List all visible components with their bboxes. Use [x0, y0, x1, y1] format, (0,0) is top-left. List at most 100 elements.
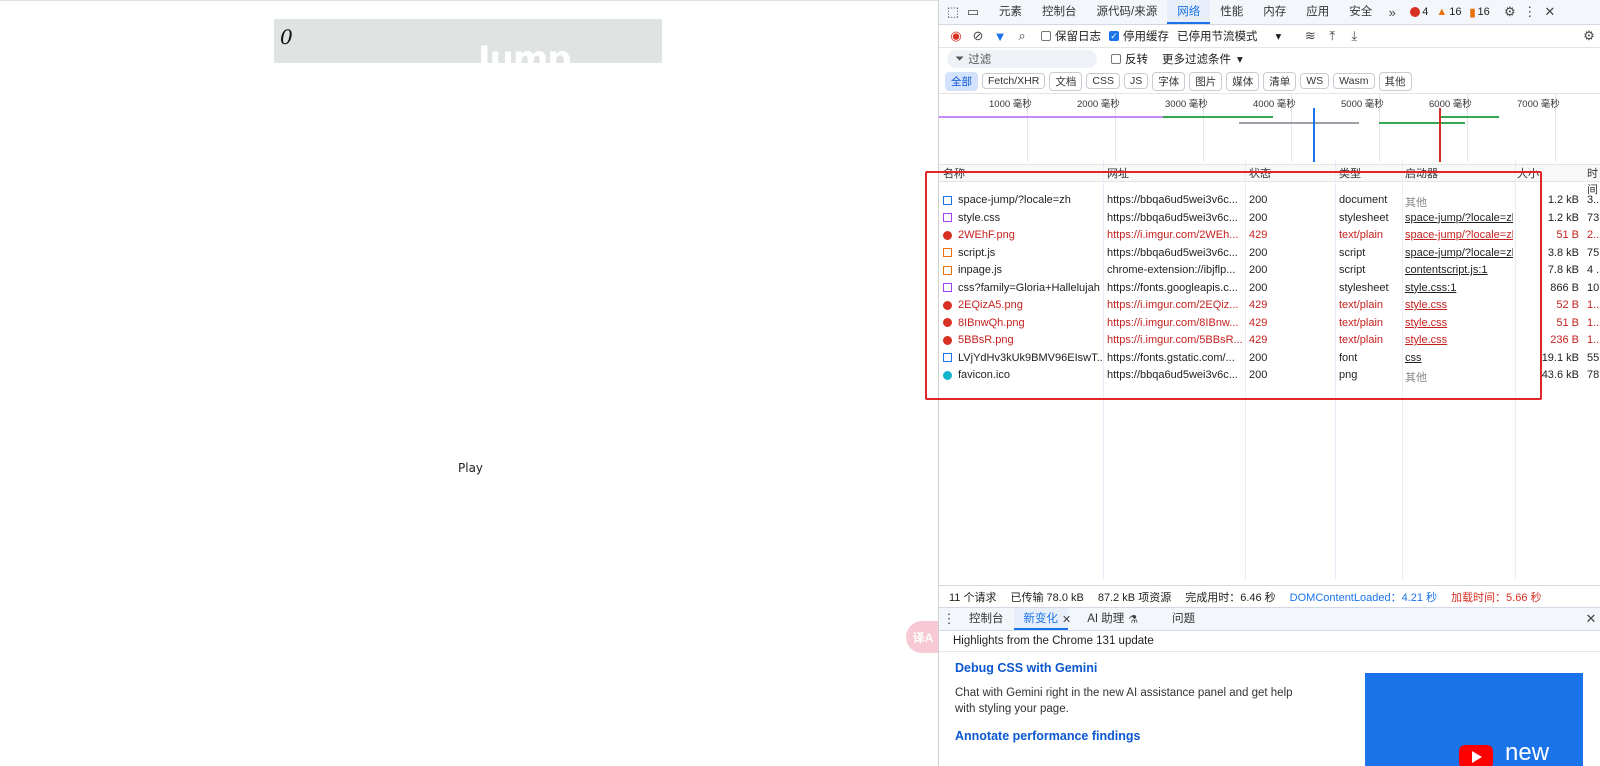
- tab-performance[interactable]: 性能: [1210, 0, 1253, 24]
- filter-fetch-xhr[interactable]: Fetch/XHR: [982, 73, 1046, 89]
- flask-icon: ⚗: [1128, 613, 1139, 626]
- timeline-tick: 6000 毫秒: [1429, 99, 1472, 110]
- filter-css[interactable]: CSS: [1086, 73, 1120, 89]
- feature-heading[interactable]: Debug CSS with Gemini: [955, 661, 1097, 675]
- timeline-tick: 7000 毫秒: [1517, 99, 1560, 110]
- request-time: 10...: [1587, 281, 1600, 294]
- play-button[interactable]: Play: [458, 461, 483, 475]
- device-toolbar-icon[interactable]: ▭: [963, 2, 983, 22]
- request-time: 1...: [1587, 316, 1600, 329]
- tab-memory[interactable]: 内存: [1253, 0, 1296, 24]
- filter-font[interactable]: 字体: [1152, 71, 1186, 91]
- filter-all[interactable]: 全部: [945, 71, 978, 91]
- timeline-tick: 3000 毫秒: [1165, 99, 1208, 110]
- filter-other[interactable]: 其他: [1378, 71, 1412, 91]
- disable-cache-checkbox[interactable]: ✓ 停用缓存: [1109, 28, 1169, 44]
- search-icon[interactable]: ⌕: [1011, 26, 1033, 46]
- game-logo: Jump: [478, 39, 572, 63]
- clear-icon[interactable]: ⊘: [967, 26, 989, 46]
- timeline-tick: 1000 毫秒: [989, 99, 1032, 110]
- drawer-tab-whats-new[interactable]: 新变化: [1013, 608, 1068, 630]
- export-har-icon[interactable]: ⤓: [1343, 26, 1365, 46]
- timeline-overview[interactable]: 1000 毫秒 2000 毫秒 3000 毫秒 4000 毫秒 5000 毫秒 …: [939, 93, 1600, 165]
- network-conditions-icon[interactable]: ≋: [1299, 26, 1321, 46]
- chevron-down-icon: ▾: [1275, 31, 1282, 43]
- filter-input[interactable]: ⏷ 过滤: [947, 50, 1097, 68]
- network-settings-icon[interactable]: ⚙: [1578, 26, 1600, 46]
- chevron-down-icon: ▾: [1237, 54, 1243, 66]
- close-devtools-icon[interactable]: ✕: [1540, 2, 1560, 22]
- request-time: 75...: [1587, 246, 1600, 259]
- score-value: 0: [280, 25, 293, 49]
- drawer-tab-issues[interactable]: 问题: [1162, 608, 1205, 630]
- drawer-tab-bar: ⋮ 控制台 新变化 ✕ AI 助理 ⚗ 问题 ✕: [939, 607, 1600, 631]
- summary-requests: 11 个请求: [949, 591, 997, 604]
- error-count[interactable]: 4: [1410, 6, 1428, 18]
- record-stop-icon[interactable]: ◉: [945, 26, 967, 46]
- translate-button[interactable]: 译A: [906, 621, 940, 653]
- timeline-bar: [1239, 122, 1359, 124]
- drawer-tab-console[interactable]: 控制台: [959, 608, 1014, 630]
- tab-application[interactable]: 应用: [1296, 0, 1339, 24]
- request-time: 78...: [1587, 369, 1600, 381]
- inspect-element-icon[interactable]: ⬚: [943, 2, 963, 22]
- filter-ws[interactable]: WS: [1300, 73, 1330, 89]
- filter-img[interactable]: 图片: [1189, 71, 1223, 91]
- warning-count[interactable]: ▲ 16: [1436, 6, 1461, 18]
- funnel-icon: ⏷: [955, 52, 965, 65]
- request-time: 4 ...: [1587, 264, 1600, 276]
- whats-new-panel: Highlights from the Chrome 131 update De…: [939, 631, 1600, 766]
- more-options-icon[interactable]: ⋮: [1520, 2, 1540, 22]
- summary-transferred: 已传输 78.0 kB: [1010, 591, 1084, 604]
- drawer-tab-ai-assistance[interactable]: AI 助理: [1077, 608, 1134, 630]
- issue-count[interactable]: ▮ 16: [1469, 6, 1489, 19]
- filter-bar: ⏷ 过滤 反转 更多过滤条件 ▾: [939, 48, 1600, 70]
- filter-manifest[interactable]: 清单: [1263, 71, 1297, 91]
- filter-js[interactable]: JS: [1123, 73, 1149, 89]
- checkbox-checked: ✓: [1109, 31, 1119, 41]
- issue-icon: ▮: [1469, 6, 1476, 19]
- tab-network[interactable]: 网络: [1167, 0, 1211, 24]
- request-time: 55...: [1587, 351, 1600, 364]
- tab-sources[interactable]: 源代码/来源: [1087, 0, 1168, 24]
- timeline-tick: 5000 毫秒: [1341, 99, 1384, 110]
- drawer-menu-icon[interactable]: ⋮: [939, 609, 959, 629]
- timeline-bar: [1163, 116, 1273, 118]
- timeline-bar: [939, 116, 1169, 118]
- warning-icon: ▲: [1436, 6, 1448, 18]
- more-tabs-icon[interactable]: »: [1382, 2, 1402, 22]
- request-time: 1...: [1587, 299, 1600, 311]
- highlights-title: Highlights from the Chrome 131 update: [939, 631, 1600, 652]
- filter-icon[interactable]: ▼: [989, 26, 1011, 46]
- youtube-play-icon: [1459, 745, 1493, 766]
- summary-load-time: 加载时间：5.66 秒: [1451, 591, 1542, 604]
- import-har-icon[interactable]: ⤒: [1321, 26, 1343, 46]
- devtools-tab-bar: ⬚ ▭ 元素 控制台 源代码/来源 网络 性能 内存 应用 安全 » 4 ▲ 16…: [939, 0, 1600, 25]
- invert-checkbox[interactable]: 反转: [1111, 51, 1148, 67]
- tab-console[interactable]: 控制台: [1032, 0, 1087, 24]
- checkbox-unchecked: [1111, 54, 1121, 64]
- filter-doc[interactable]: 文档: [1049, 71, 1083, 91]
- feature-description: Chat with Gemini right in the new AI ass…: [955, 687, 1293, 715]
- thumbnail-text: new: [1505, 739, 1550, 766]
- request-time: 2...: [1587, 229, 1600, 241]
- tab-elements[interactable]: 元素: [989, 0, 1032, 24]
- request-time: 73...: [1587, 211, 1600, 224]
- tab-security[interactable]: 安全: [1339, 0, 1382, 24]
- more-filters-dropdown[interactable]: 更多过滤条件 ▾: [1162, 51, 1243, 67]
- summary-finish: 完成用时：6.46 秒: [1185, 591, 1276, 604]
- feature-heading[interactable]: Annotate performance findings: [955, 729, 1140, 743]
- filter-wasm[interactable]: Wasm: [1333, 73, 1375, 89]
- close-tab-icon[interactable]: ✕: [1062, 613, 1071, 626]
- close-drawer-icon[interactable]: ✕: [1581, 609, 1600, 629]
- settings-gear-icon[interactable]: ⚙: [1500, 2, 1520, 22]
- video-thumbnail[interactable]: new: [1365, 673, 1583, 766]
- timeline-bar: [1439, 116, 1499, 118]
- preserve-log-checkbox[interactable]: 保留日志: [1041, 28, 1101, 44]
- score-bar: 0 Jump: [274, 19, 662, 63]
- request-time: 1...: [1587, 334, 1600, 346]
- game-page: 0 Jump Play 译A: [0, 0, 940, 766]
- filter-media[interactable]: 媒体: [1226, 71, 1260, 91]
- timeline-tick: 2000 毫秒: [1077, 99, 1120, 110]
- throttling-select[interactable]: 已停用节流模式 ▾: [1177, 28, 1281, 44]
